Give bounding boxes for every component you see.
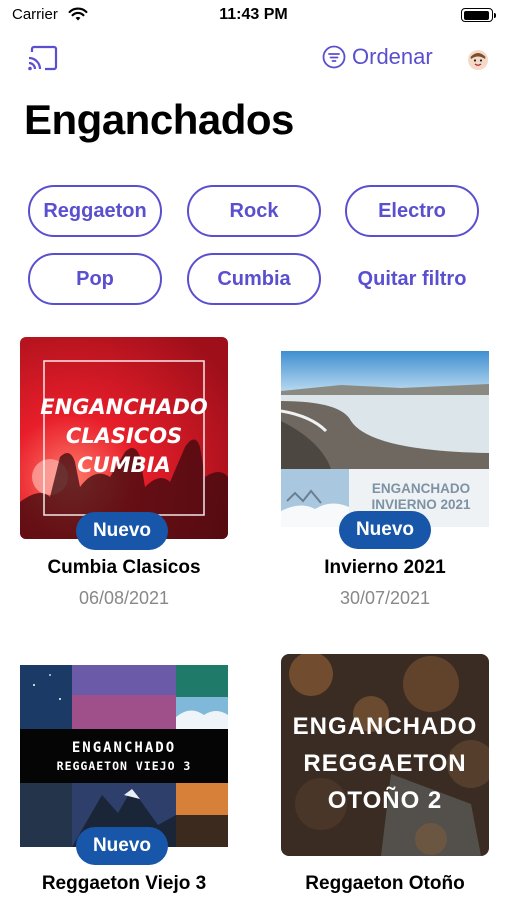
nav-bar: Ordenar <box>0 40 507 80</box>
avatar[interactable] <box>468 50 488 70</box>
page-title: Enganchados <box>24 96 294 143</box>
cover-image: ENGANCHADO REGGAETON OTOÑO 2 <box>281 654 489 856</box>
sort-button[interactable]: Ordenar <box>322 44 433 70</box>
battery-icon <box>461 8 496 22</box>
card-title: Cumbia Clasicos <box>47 557 201 578</box>
cover-art-text: ENGANCHADO REGGAETON VIEJO 3 <box>56 740 192 773</box>
cover-art-text: ENGANCHADO REGGAETON OTOÑO 2 <box>292 713 478 814</box>
card-date: 06/08/2021 <box>78 588 170 608</box>
filter-chip-reggaeton[interactable]: Reggaeton <box>28 185 162 237</box>
clear-filter-button[interactable]: Quitar filtro <box>345 253 479 305</box>
filter-chip-cumbia[interactable]: Cumbia <box>187 253 321 305</box>
new-badge: Nuevo <box>76 512 168 550</box>
clock: 11:43 PM <box>219 6 288 23</box>
status-bar: Carrier 11:43 PM <box>0 0 507 32</box>
card-title: Reggaeton Viejo 3 <box>41 873 207 894</box>
filter-chip-pop[interactable]: Pop <box>28 253 162 305</box>
card-title: Reggaeton Otoño <box>305 873 465 894</box>
cover-image: ENGANCHADO CLASICOS CUMBIA <box>20 337 228 539</box>
card-date: 30/07/2021 <box>339 588 431 608</box>
card-title: Invierno 2021 <box>324 557 446 578</box>
new-badge: Nuevo <box>76 827 168 865</box>
playlist-card-reggaeton-viejo-3[interactable]: ENGANCHADO REGGAETON VIEJO 3 Nuevo Regga… <box>20 665 228 900</box>
sort-label: Ordenar <box>352 44 433 69</box>
filter-icon <box>322 45 346 69</box>
cover-art-text: ENGANCHADO INVIERNO 2021 <box>371 481 471 512</box>
cover-image: ENGANCHADO INVIERNO 2021 <box>281 351 489 527</box>
filter-chip-electro[interactable]: Electro <box>345 185 479 237</box>
cast-icon[interactable] <box>26 44 60 74</box>
filter-chip-rock[interactable]: Rock <box>187 185 321 237</box>
playlist-card-reggaeton-otono[interactable]: ENGANCHADO REGGAETON OTOÑO 2 Reggaeton O… <box>281 654 489 900</box>
cover-art-text: ENGANCHADO CLASICOS CUMBIA <box>40 395 208 477</box>
playlist-card-invierno-2021[interactable]: ENGANCHADO INVIERNO 2021 Nuevo Invierno … <box>281 337 489 617</box>
cover-image: ENGANCHADO REGGAETON VIEJO 3 <box>20 665 228 847</box>
battery-level <box>463 10 490 20</box>
playlist-card-cumbia-clasicos[interactable]: ENGANCHADO CLASICOS CUMBIA Nuevo Cumbia … <box>20 337 228 617</box>
new-badge: Nuevo <box>339 511 431 549</box>
